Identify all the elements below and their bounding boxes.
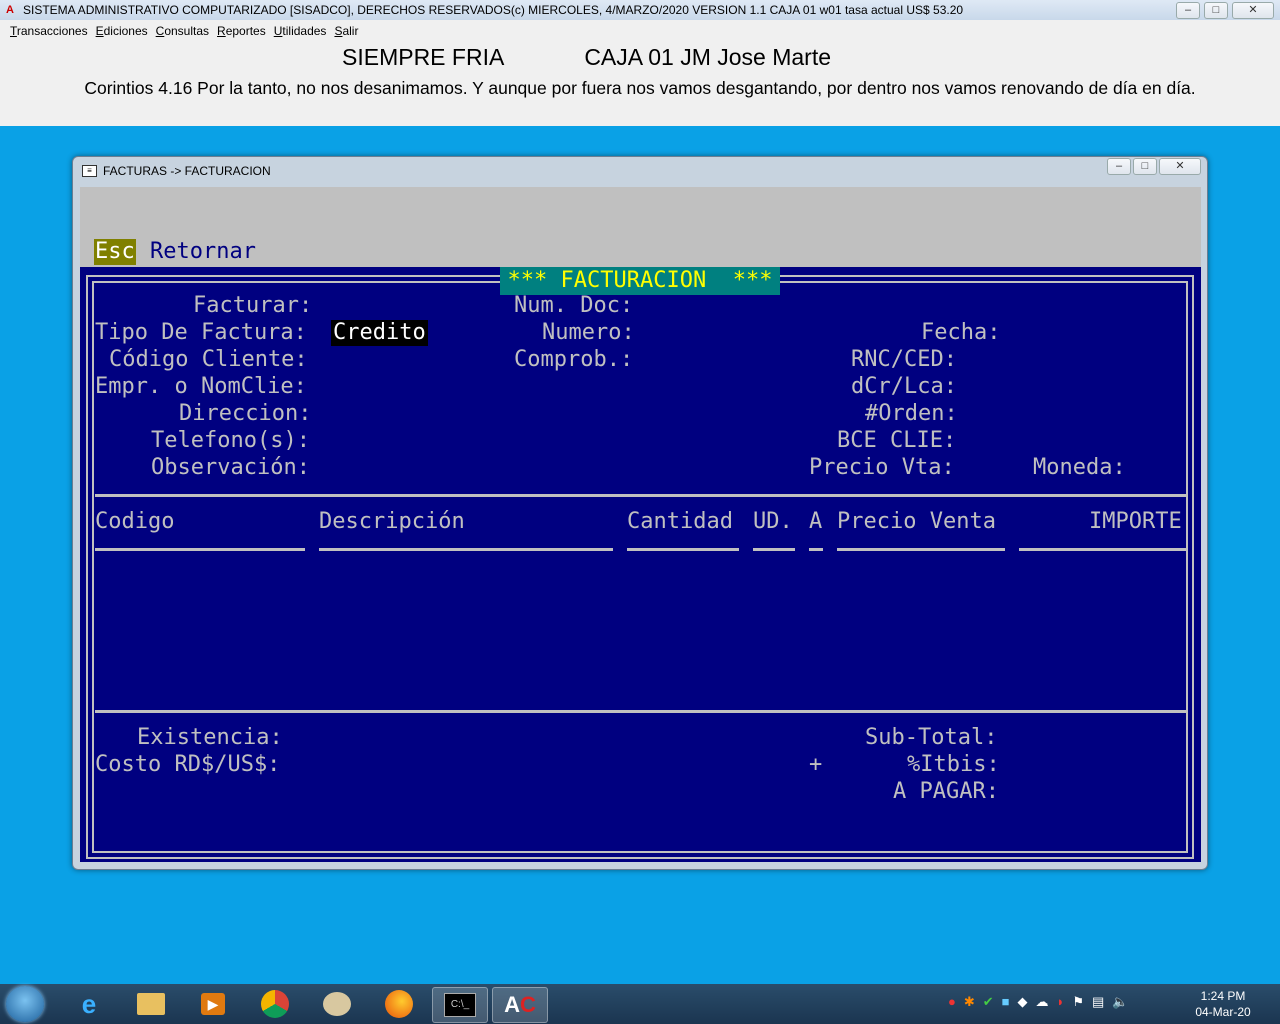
menu-reportes[interactable]: Reportes bbox=[217, 24, 266, 38]
volume-icon[interactable]: 🔈 bbox=[1112, 994, 1128, 1010]
firefox-icon[interactable] bbox=[372, 987, 426, 1021]
form-title: *** FACTURACION *** bbox=[500, 267, 780, 295]
separator-top bbox=[95, 494, 1187, 497]
esc-label: Retornar bbox=[150, 239, 256, 264]
label-precio-vta: Precio Vta: bbox=[809, 455, 955, 480]
ie-icon[interactable]: e bbox=[62, 987, 116, 1021]
label-a-pagar: A PAGAR: bbox=[893, 779, 999, 804]
explorer-icon[interactable] bbox=[124, 987, 178, 1021]
label-bce: BCE CLIE: bbox=[837, 428, 957, 453]
window-close-button[interactable]: ✕ bbox=[1159, 158, 1201, 175]
tray-icon-2[interactable]: ✱ bbox=[964, 994, 975, 1010]
col-codigo: Codigo bbox=[95, 509, 175, 534]
clock[interactable]: 1:24 PM 04-Mar-20 bbox=[1188, 988, 1258, 1020]
label-tipo-factura: Tipo De Factura: bbox=[95, 320, 307, 345]
label-fecha: Fecha: bbox=[921, 320, 1001, 345]
underline-descripcion bbox=[319, 548, 613, 551]
close-button[interactable]: ✕ bbox=[1232, 2, 1274, 19]
label-numero: Numero: bbox=[542, 320, 635, 345]
label-dcr: dCr/Lca: bbox=[851, 374, 957, 399]
verse-text: Corintios 4.16 Por la tanto, no nos desa… bbox=[84, 78, 1196, 98]
app-logo-icon: A bbox=[6, 4, 14, 16]
console-screen[interactable]: Esc Retornar *** FACTURACION *** Factura… bbox=[80, 187, 1201, 862]
label-rnc: RNC/CED: bbox=[851, 347, 957, 372]
company-name: SIEMPRE FRIA bbox=[342, 44, 505, 70]
tray-icon-3[interactable]: ✔ bbox=[983, 994, 994, 1010]
label-comprob: Comprob.: bbox=[514, 347, 634, 372]
tray-icon-1[interactable]: ● bbox=[948, 994, 956, 1010]
header-area: SIEMPRE FRIA CAJA 01 JM Jose Marte Corint… bbox=[0, 42, 1280, 126]
col-cantidad: Cantidad bbox=[627, 509, 733, 534]
underline-a bbox=[809, 548, 823, 551]
label-facturar: Facturar: bbox=[193, 293, 313, 318]
chrome-icon[interactable] bbox=[248, 987, 302, 1021]
underline-cantidad bbox=[627, 548, 739, 551]
paint-icon[interactable] bbox=[310, 987, 364, 1021]
dropbox-icon[interactable]: ◆ bbox=[1018, 994, 1028, 1010]
label-num-doc: Num. Doc: bbox=[514, 293, 634, 318]
caja-user: CAJA 01 JM Jose Marte bbox=[584, 44, 832, 70]
tray-icon-4[interactable]: ■ bbox=[1002, 994, 1010, 1010]
cmd-icon[interactable]: C:\_ bbox=[432, 987, 488, 1023]
tipo-factura-value[interactable]: Credito bbox=[331, 320, 428, 346]
start-button[interactable] bbox=[6, 986, 44, 1022]
menu-transacciones[interactable]: Transacciones bbox=[10, 24, 88, 38]
menu-salir[interactable]: Salir bbox=[334, 24, 358, 38]
menu-consultas[interactable]: Consultas bbox=[156, 24, 209, 38]
window-minimize-button[interactable]: – bbox=[1107, 158, 1131, 175]
col-ud: UD. bbox=[753, 509, 793, 534]
label-codigo-cliente: Código Cliente: bbox=[109, 347, 308, 372]
label-direccion: Direccion: bbox=[179, 401, 312, 426]
col-importe: IMPORTE bbox=[1089, 509, 1182, 534]
flag-icon[interactable]: ⚑ bbox=[1072, 994, 1084, 1010]
underline-importe bbox=[1019, 548, 1187, 551]
window-titlebar: ≡ FACTURAS -> FACTURACION bbox=[73, 157, 1207, 185]
label-moneda: Moneda: bbox=[1033, 455, 1126, 480]
clock-time: 1:24 PM bbox=[1200, 989, 1246, 1003]
clock-date: 04-Mar-20 bbox=[1195, 1005, 1251, 1019]
separator-bottom bbox=[95, 710, 1187, 713]
plus-sign: + bbox=[809, 752, 823, 777]
window-maximize-button[interactable]: □ bbox=[1133, 158, 1157, 175]
col-descripcion: Descripción bbox=[319, 509, 465, 534]
system-tray: ● ✱ ✔ ■ ◆ ☁ ◗ ⚑ ▤ 🔈 bbox=[948, 994, 1129, 1010]
menu-ediciones[interactable]: Ediciones bbox=[96, 24, 148, 38]
window-title: FACTURAS -> FACTURACION bbox=[103, 164, 271, 178]
label-telefono: Telefono(s): bbox=[151, 428, 310, 453]
cloud-icon[interactable]: ☁ bbox=[1036, 994, 1049, 1010]
network-icon[interactable]: ▤ bbox=[1092, 994, 1104, 1010]
esc-key[interactable]: Esc bbox=[94, 239, 136, 265]
media-icon[interactable]: ▶ bbox=[186, 987, 240, 1021]
label-subtotal: Sub-Total: bbox=[865, 725, 998, 750]
taskbar: e ▶ C:\_ AC ● ✱ ✔ ■ ◆ ☁ ◗ ⚑ ▤ 🔈 1:24 PM … bbox=[0, 984, 1280, 1024]
line-items-area[interactable] bbox=[95, 557, 1187, 707]
label-costo: Costo RD$/US$: bbox=[95, 752, 281, 777]
company-line: SIEMPRE FRIA CAJA 01 JM Jose Marte bbox=[342, 44, 831, 71]
menu-utilidades[interactable]: Utilidades bbox=[274, 24, 327, 38]
sisadco-icon[interactable]: AC bbox=[492, 987, 548, 1023]
menu-bar: Transacciones Ediciones Consultas Report… bbox=[0, 20, 1280, 42]
facturacion-window: ≡ FACTURAS -> FACTURACION – □ ✕ Esc Reto… bbox=[72, 156, 1208, 870]
label-itbis: %Itbis: bbox=[907, 752, 1000, 777]
shield-icon[interactable]: ◗ bbox=[1057, 994, 1065, 1010]
app-titlebar: A SISTEMA ADMINISTRATIVO COMPUTARIZADO [… bbox=[0, 0, 1280, 20]
label-orden: #Orden: bbox=[865, 401, 958, 426]
label-empresa: Empr. o NomClie: bbox=[95, 374, 307, 399]
app-title: SISTEMA ADMINISTRATIVO COMPUTARIZADO [SI… bbox=[23, 3, 964, 17]
underline-codigo bbox=[95, 548, 305, 551]
window-icon: ≡ bbox=[82, 165, 97, 177]
minimize-button[interactable]: – bbox=[1176, 2, 1200, 19]
underline-precio-venta bbox=[837, 548, 1005, 551]
col-precio-venta: Precio Venta bbox=[837, 509, 996, 534]
label-observacion: Observación: bbox=[151, 455, 310, 480]
underline-ud bbox=[753, 548, 795, 551]
label-existencia: Existencia: bbox=[137, 725, 283, 750]
maximize-button[interactable]: □ bbox=[1204, 2, 1228, 19]
col-a: A bbox=[809, 509, 823, 534]
